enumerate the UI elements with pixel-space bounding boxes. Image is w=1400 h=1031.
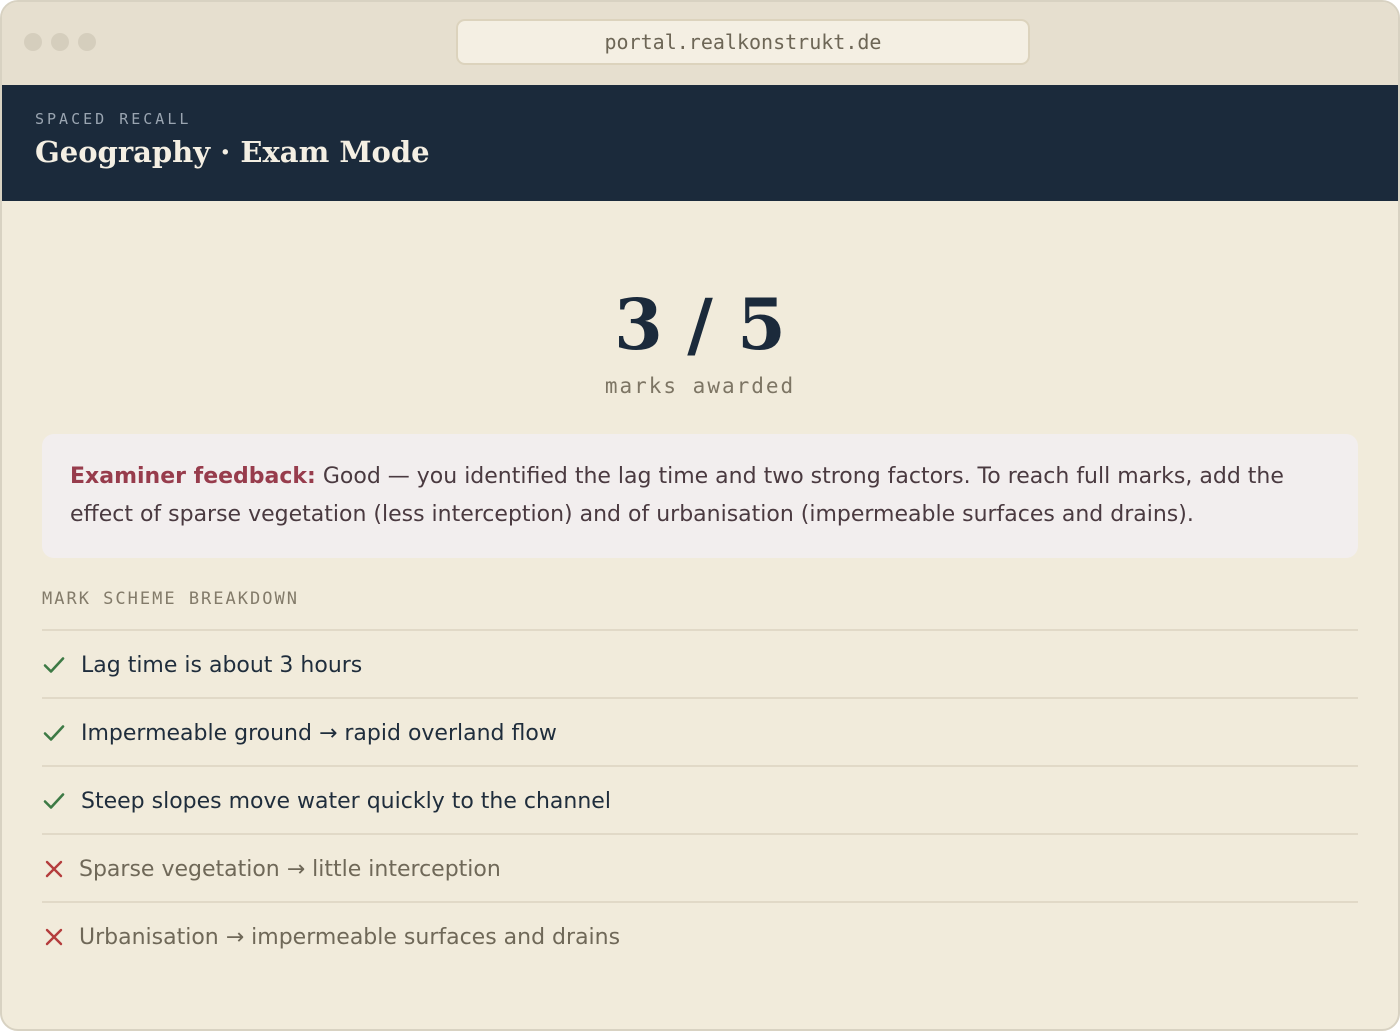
- mark-scheme-item: Lag time is about 3 hours: [42, 631, 1358, 699]
- cross-icon: [45, 928, 63, 946]
- window-close-dot[interactable]: [24, 33, 42, 51]
- criterion-met-mark: [42, 631, 66, 699]
- examiner-feedback-panel: Examiner feedback: Good — you identified…: [42, 434, 1358, 558]
- criterion-met-mark: [42, 699, 66, 767]
- check-icon: [43, 725, 65, 741]
- app-header: SPACED RECALL Geography · Exam Mode: [2, 85, 1398, 201]
- mark-scheme-item: Sparse vegetation → little interception: [42, 835, 1358, 903]
- mark-scheme-list: Lag time is about 3 hours Impermeable gro…: [42, 629, 1358, 971]
- criterion-text: Sparse vegetation → little interception: [79, 856, 501, 882]
- criterion-unmet-mark: [42, 903, 66, 971]
- address-bar[interactable]: portal.realkonstrukt.de: [456, 19, 1030, 65]
- browser-titlebar: portal.realkonstrukt.de: [2, 2, 1398, 85]
- check-icon: [43, 793, 65, 809]
- criterion-text: Impermeable ground → rapid overland flow: [81, 720, 557, 746]
- mark-scheme-item: Impermeable ground → rapid overland flow: [42, 699, 1358, 767]
- page-title: Geography · Exam Mode: [35, 135, 430, 169]
- criterion-met-mark: [42, 767, 66, 835]
- score-display: 3 / 5: [614, 283, 786, 366]
- mark-scheme-item: Urbanisation → impermeable surfaces and …: [42, 903, 1358, 971]
- score-caption: marks awarded: [604, 374, 796, 398]
- feedback-label: Examiner feedback:: [70, 464, 316, 489]
- criterion-text: Urbanisation → impermeable surfaces and …: [79, 924, 621, 950]
- window-maximize-dot[interactable]: [78, 33, 96, 51]
- breakdown-heading: MARK SCHEME BREAKDOWN: [42, 589, 299, 609]
- mark-scheme-item: Steep slopes move water quickly to the c…: [42, 767, 1358, 835]
- app-eyebrow: SPACED RECALL: [35, 110, 192, 128]
- criterion-text: Lag time is about 3 hours: [81, 652, 363, 678]
- cross-icon: [45, 860, 63, 878]
- check-icon: [43, 657, 65, 673]
- window-minimize-dot[interactable]: [51, 33, 69, 51]
- address-bar-url: portal.realkonstrukt.de: [604, 30, 882, 54]
- browser-window: portal.realkonstrukt.de SPACED RECALL Ge…: [0, 0, 1400, 1031]
- criterion-unmet-mark: [42, 835, 66, 903]
- criterion-text: Steep slopes move water quickly to the c…: [81, 788, 611, 814]
